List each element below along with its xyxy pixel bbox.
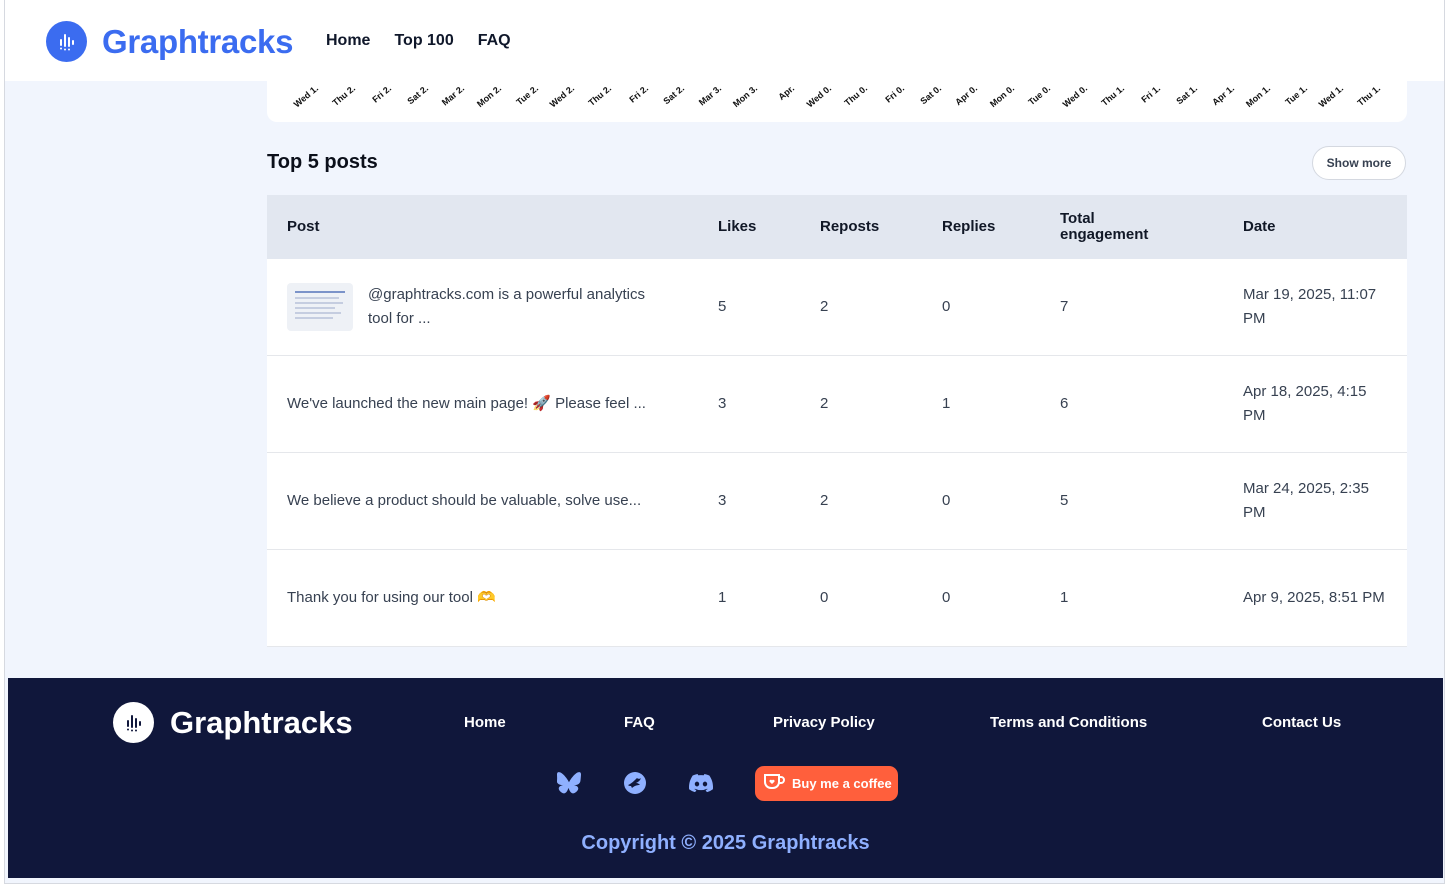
total-engagement-value: 1 — [1060, 589, 1069, 606]
x-tick-label: Thu 2. — [330, 83, 357, 108]
x-tick-label: Apr. — [776, 83, 797, 103]
footer-link-terms[interactable]: Terms and Conditions — [990, 714, 1147, 731]
x-tick-label: Fri 2. — [370, 83, 394, 105]
nav-top-100[interactable]: Top 100 — [394, 32, 453, 50]
total-engagement-value: 6 — [1060, 395, 1069, 412]
post-text[interactable]: Thank you for using our tool 🫶 — [287, 586, 687, 610]
likes-value: 5 — [718, 298, 727, 315]
discord-icon[interactable] — [688, 770, 714, 796]
page: Graphtracks Home Top 100 FAQ Wed 1. Thu 2… — [4, 0, 1445, 884]
col-total-line1: Total — [1060, 210, 1095, 227]
graphtracks-logo-icon — [113, 702, 154, 743]
replies-value: 0 — [942, 589, 951, 606]
brand-name: Graphtracks — [102, 22, 294, 60]
table-row[interactable]: We've launched the new main page! 🚀 Plea… — [267, 356, 1407, 453]
col-total-line2: engagement — [1060, 226, 1149, 243]
buy-me-a-coffee-button[interactable]: Buy me a coffee — [755, 766, 898, 801]
replies-value: 1 — [942, 395, 951, 412]
x-tick-label: Mar 2. — [440, 83, 467, 108]
x-tick-label: Sat 0. — [917, 83, 943, 107]
footer-link-faq[interactable]: FAQ — [624, 714, 655, 731]
likes-value: 3 — [718, 492, 727, 509]
top-posts-table: Post Likes Reposts Replies Total engagem… — [267, 195, 1407, 647]
x-tick-label: Mon 0. — [987, 83, 1016, 110]
col-date[interactable]: Date — [1243, 219, 1276, 235]
x-tick-label: Tue 1. — [1283, 83, 1309, 108]
copyright-text: Copyright © 2025 Graphtracks — [581, 832, 870, 854]
footer-link-home[interactable]: Home — [464, 714, 506, 731]
footer-link-contact[interactable]: Contact Us — [1262, 714, 1341, 731]
x-tick-label: Apr 0. — [953, 83, 980, 108]
footer-brand-logo[interactable]: Graphtracks — [113, 702, 353, 743]
threads-bird-icon[interactable] — [622, 770, 648, 796]
footer-link-privacy[interactable]: Privacy Policy — [773, 714, 875, 731]
likes-value: 3 — [718, 395, 727, 412]
top-header: Graphtracks Home Top 100 FAQ — [5, 0, 1444, 81]
x-tick-label: Fri 0. — [883, 83, 907, 105]
date-value: Mar 24, 2025, 2:35 PM — [1243, 480, 1369, 521]
bluesky-icon[interactable] — [556, 770, 582, 796]
x-tick-label: Mon 2. — [475, 83, 504, 110]
x-tick-label: Thu 0. — [842, 83, 870, 108]
replies-value: 0 — [942, 298, 951, 315]
x-tick-label: Tue 0. — [1026, 83, 1053, 108]
reposts-value: 2 — [820, 298, 829, 315]
x-tick-label: Wed 0. — [1060, 83, 1090, 110]
x-tick-label: Wed 1. — [291, 83, 321, 110]
date-value: Mar 19, 2025, 11:07 PM — [1243, 286, 1377, 327]
reposts-value: 2 — [820, 395, 829, 412]
x-tick-label: Thu 1. — [1099, 83, 1126, 108]
top-posts-title: Top 5 posts — [267, 151, 378, 173]
coffee-cup-icon — [763, 772, 785, 795]
x-tick-label: Mon 1. — [1244, 83, 1273, 110]
x-tick-label: Sat 2. — [405, 83, 431, 107]
x-tick-label: Fri 2. — [626, 83, 650, 105]
x-tick-label: Apr 1. — [1209, 83, 1236, 108]
x-tick-label: Wed 0. — [804, 83, 833, 110]
post-text[interactable]: We believe a product should be valuable,… — [287, 489, 687, 513]
post-text[interactable]: @graphtracks.com is a powerful analytics… — [368, 283, 668, 331]
table-header: Post Likes Reposts Replies Total engagem… — [267, 195, 1407, 259]
x-tick-label: Sat 1. — [1174, 83, 1200, 107]
nav-faq[interactable]: FAQ — [478, 32, 511, 50]
col-reposts[interactable]: Reposts — [820, 219, 879, 235]
col-likes[interactable]: Likes — [718, 219, 756, 235]
x-tick-label: Wed 2. — [548, 83, 577, 110]
post-thumbnail — [287, 283, 353, 331]
date-value: Apr 18, 2025, 4:15 PM — [1243, 383, 1367, 424]
reposts-value: 0 — [820, 589, 829, 606]
total-engagement-value: 5 — [1060, 492, 1069, 509]
likes-value: 1 — [718, 589, 727, 606]
x-tick-label: Mar 3. — [696, 83, 724, 108]
nav-home[interactable]: Home — [326, 32, 370, 50]
date-value: Apr 9, 2025, 8:51 PM — [1243, 589, 1385, 606]
table-row[interactable]: @graphtracks.com is a powerful analytics… — [267, 259, 1407, 356]
show-more-button[interactable]: Show more — [1312, 146, 1406, 180]
coffee-label: Buy me a coffee — [792, 776, 892, 791]
replies-value: 0 — [942, 492, 951, 509]
x-tick-label: Sat 2. — [661, 83, 687, 107]
x-tick-label: Thu 2. — [586, 83, 614, 108]
post-text[interactable]: We've launched the new main page! 🚀 Plea… — [287, 392, 687, 416]
footer-brand-name: Graphtracks — [170, 704, 353, 740]
col-replies[interactable]: Replies — [942, 219, 995, 235]
brand-logo[interactable]: Graphtracks — [46, 21, 293, 62]
col-post[interactable]: Post — [287, 219, 320, 235]
main-nav: Home Top 100 FAQ — [326, 32, 511, 50]
graphtracks-logo-icon — [46, 21, 87, 62]
x-tick-label: Wed 1. — [1317, 83, 1346, 110]
x-tick-label: Tue 2. — [514, 83, 540, 108]
x-tick-label: Fri 1. — [1139, 83, 1163, 105]
reposts-value: 2 — [820, 492, 829, 509]
table-row[interactable]: Thank you for using our tool 🫶 1 0 0 1 A… — [267, 550, 1407, 647]
total-engagement-value: 7 — [1060, 298, 1069, 315]
col-total-engagement[interactable]: Total engagement — [1060, 211, 1148, 243]
site-footer: Graphtracks Home FAQ Privacy Policy Term… — [8, 678, 1443, 878]
table-row[interactable]: We believe a product should be valuable,… — [267, 453, 1407, 550]
x-tick-label: Thu 1. — [1355, 83, 1383, 108]
x-tick-label: Mon 3. — [731, 83, 760, 110]
